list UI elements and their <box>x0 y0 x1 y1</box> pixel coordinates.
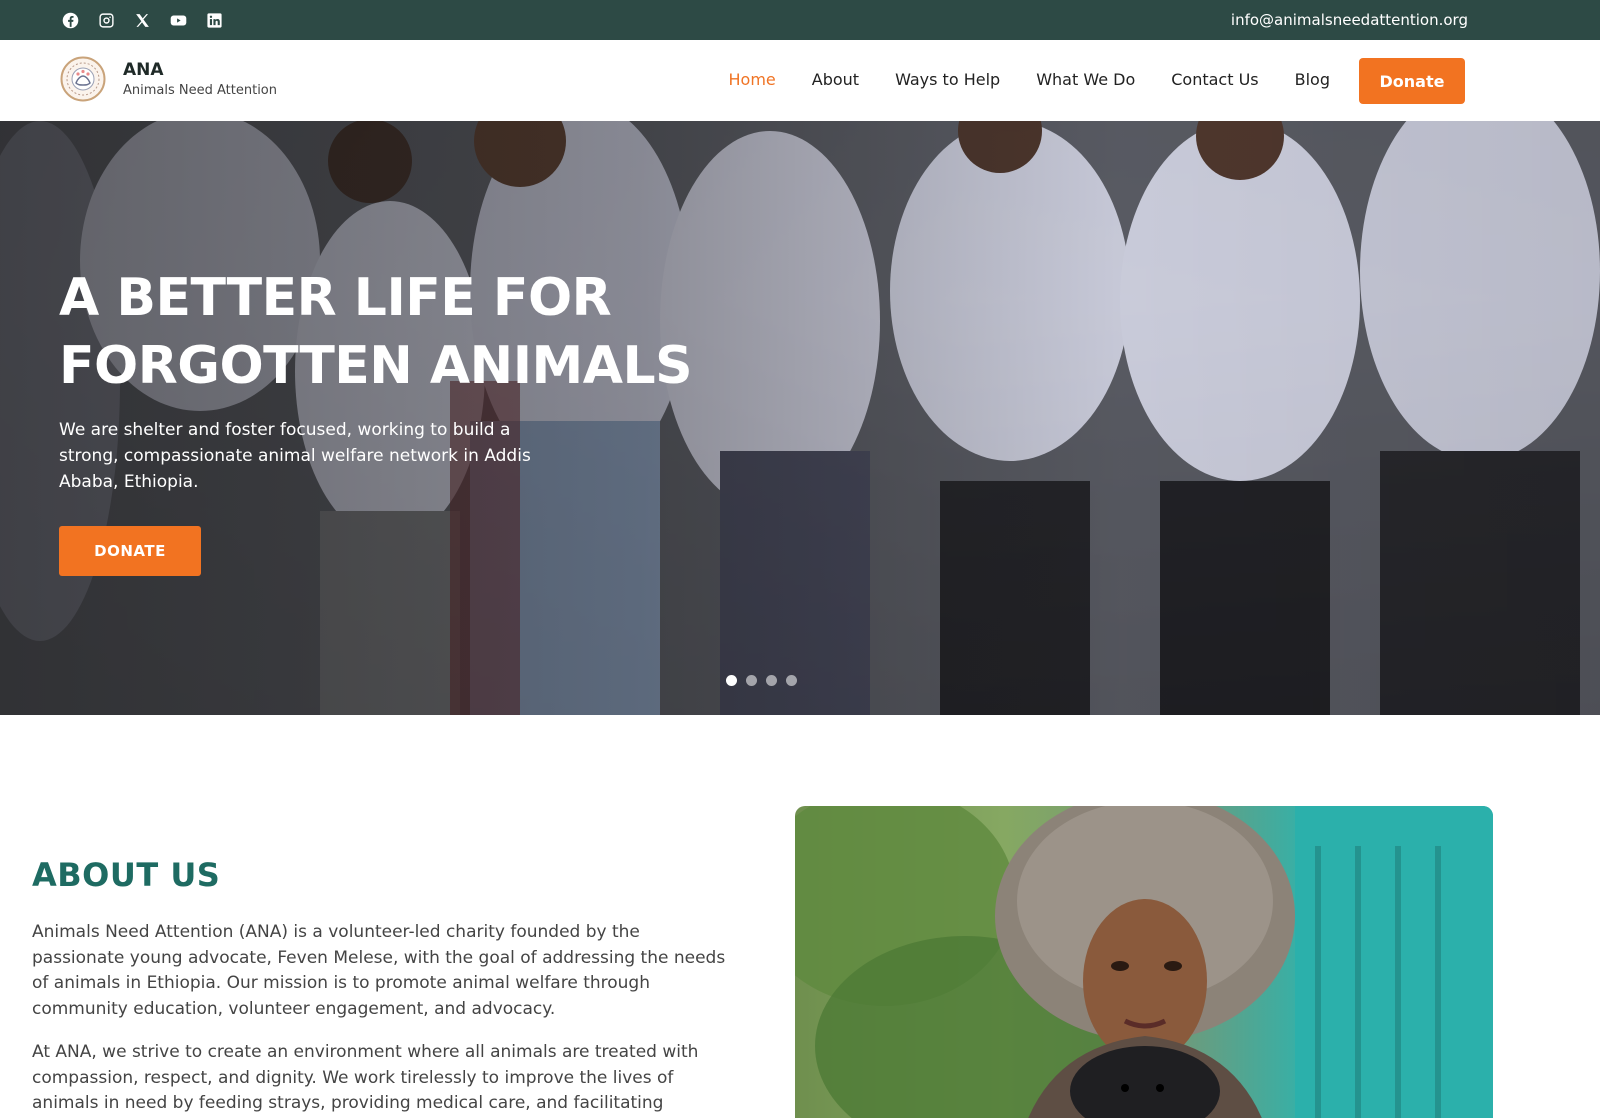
nav-about[interactable]: About <box>812 68 859 92</box>
about-title: ABOUT US <box>32 856 221 894</box>
youtube-icon[interactable] <box>168 10 188 30</box>
brand-name[interactable]: ANA <box>123 60 164 80</box>
brand-tagline: Animals Need Attention <box>123 83 277 98</box>
about-paragraph-2: At ANA, we strive to create an environme… <box>32 1042 699 1113</box>
slider-dot-4[interactable] <box>786 675 797 686</box>
site-header: ANA Animals Need Attention Home About Wa… <box>0 40 1600 121</box>
about-paragraph-1: Animals Need Attention (ANA) is a volunt… <box>32 922 726 1019</box>
linkedin-icon[interactable] <box>204 10 224 30</box>
ana-logo[interactable] <box>60 56 106 102</box>
contact-email[interactable]: info@animalsneedattention.org <box>1231 10 1468 30</box>
hero-subtitle: We are shelter and foster focused, worki… <box>59 420 531 492</box>
founder-photo <box>795 806 1493 1118</box>
x-icon[interactable] <box>132 10 152 30</box>
nav-contact-us[interactable]: Contact Us <box>1171 68 1258 92</box>
slider-dot-1[interactable] <box>726 675 737 686</box>
hero-title: A BETTER LIFE FOR FORGOTTEN ANIMALS <box>59 264 759 400</box>
instagram-icon[interactable] <box>96 10 116 30</box>
slider-dot-2[interactable] <box>746 675 757 686</box>
hero-slider: A BETTER LIFE FOR FORGOTTEN ANIMALS We a… <box>0 121 1600 715</box>
slider-dot-3[interactable] <box>766 675 777 686</box>
nav-home[interactable]: Home <box>729 68 776 92</box>
facebook-icon[interactable] <box>60 10 80 30</box>
social-links <box>60 10 224 30</box>
hero-title-line1: A BETTER LIFE FOR <box>59 268 612 328</box>
nav-what-we-do[interactable]: What We Do <box>1036 68 1135 92</box>
nav-blog[interactable]: Blog <box>1295 68 1330 92</box>
hero-donate-button[interactable]: DONATE <box>59 526 201 576</box>
hero-title-line2: FORGOTTEN ANIMALS <box>59 336 693 396</box>
nav-ways-to-help[interactable]: Ways to Help <box>895 68 1000 92</box>
slider-dots <box>726 675 797 686</box>
main-nav: Home About Ways to Help What We Do Conta… <box>729 68 1331 92</box>
donate-button[interactable]: Donate <box>1359 58 1465 104</box>
top-bar: info@animalsneedattention.org <box>0 0 1600 40</box>
